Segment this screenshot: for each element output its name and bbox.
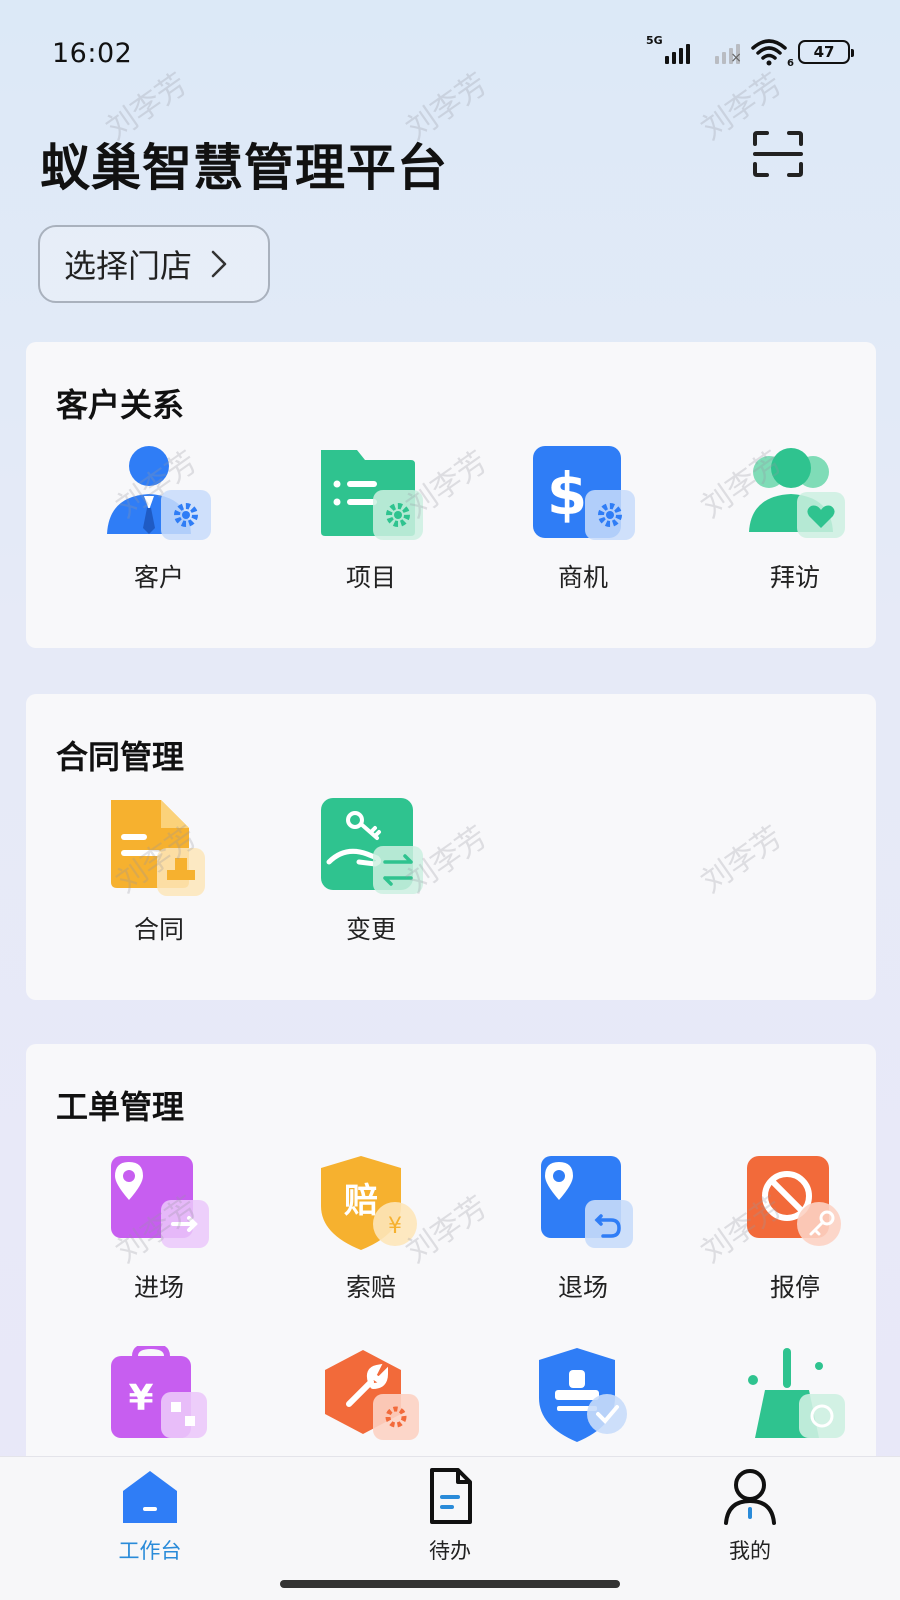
network-type-label: 5G [646, 34, 663, 47]
enter-site-icon [103, 1154, 215, 1262]
tile-customer[interactable]: 客户 [84, 444, 234, 594]
cellular-signal-2-icon: × [700, 38, 742, 66]
scan-button[interactable] [752, 130, 804, 178]
tile-label: 商机 [557, 563, 608, 592]
visit-people-icon [739, 444, 851, 552]
tile-payment[interactable]: ¥ [84, 1346, 234, 1454]
payment-clipboard-icon: ¥ [103, 1346, 215, 1454]
section-title-contract: 合同管理 [56, 738, 185, 776]
battery-icon: 47 [798, 40, 854, 64]
section-title-customer: 客户关系 [56, 386, 185, 424]
tab-label: 我的 [729, 1539, 771, 1563]
opportunity-dollar-icon: $ [527, 444, 639, 552]
tile-exit-site[interactable]: 退场 [508, 1154, 658, 1304]
bottom-tab-bar: 工作台 待办 我的 [0, 1456, 900, 1600]
status-time: 16:02 [52, 38, 133, 69]
section-title-workorder: 工单管理 [56, 1088, 185, 1126]
cellular-signal-icon: 5G [646, 34, 690, 66]
suspend-icon [739, 1154, 851, 1262]
tile-enter-site[interactable]: 进场 [84, 1154, 234, 1304]
tile-change[interactable]: 变更 [296, 796, 446, 946]
workbench-home-icon [123, 1471, 177, 1523]
approval-stamp-icon [527, 1346, 639, 1454]
claim-shield-icon: 赔 ¥ [315, 1154, 427, 1262]
contract-management-card: 合同管理 合同 变更 [26, 694, 876, 1000]
tab-label: 待办 [429, 1539, 471, 1563]
tile-cleaning[interactable] [720, 1346, 870, 1454]
status-icons: 5G × 6 47 [646, 34, 854, 69]
battery-level: 47 [813, 43, 835, 61]
svg-text:¥: ¥ [388, 1214, 402, 1239]
tile-label: 进场 [133, 1273, 184, 1302]
tile-label: 索赔 [345, 1273, 396, 1302]
wifi-badge: 6 [787, 58, 794, 69]
status-bar: 16:02 5G × 6 47 [0, 0, 900, 100]
work-order-card: 工单管理 进场 赔 ¥ 索赔 退场 报停 ¥ [26, 1044, 876, 1514]
tile-label: 拜访 [769, 563, 820, 592]
tile-label: 客户 [133, 563, 184, 592]
wifi-icon: 6 [750, 37, 794, 69]
chevron-right-icon [211, 250, 227, 278]
contract-doc-icon [103, 796, 215, 904]
tile-suspend[interactable]: 报停 [720, 1154, 870, 1304]
scan-icon [753, 131, 803, 177]
exit-site-icon [527, 1154, 639, 1262]
tab-label: 工作台 [118, 1539, 182, 1563]
tile-repair[interactable] [296, 1346, 446, 1454]
select-store-button[interactable]: 选择门店 [38, 225, 270, 303]
tab-todo[interactable]: 待办 [370, 1457, 530, 1577]
repair-wrench-icon [315, 1346, 427, 1454]
select-store-label: 选择门店 [64, 247, 193, 285]
cleaning-broom-icon [739, 1346, 851, 1454]
customer-relations-card: 客户关系 客户 项目 $ 商机 拜访 [26, 342, 876, 648]
project-folder-icon [315, 444, 427, 552]
tile-project[interactable]: 项目 [296, 444, 446, 594]
tile-contract[interactable]: 合同 [84, 796, 234, 946]
tile-label: 合同 [133, 915, 184, 944]
todo-doc-icon [430, 1468, 472, 1524]
svg-text:赔: 赔 [344, 1181, 378, 1221]
svg-text:$: $ [547, 460, 587, 528]
tile-label: 项目 [345, 563, 396, 592]
tile-label: 变更 [345, 915, 396, 944]
tile-claim[interactable]: 赔 ¥ 索赔 [296, 1154, 446, 1304]
tab-workbench[interactable]: 工作台 [70, 1457, 230, 1577]
tile-visit[interactable]: 拜访 [720, 444, 870, 594]
customer-icon [103, 444, 215, 552]
tile-approval[interactable] [508, 1346, 658, 1454]
tile-label: 退场 [557, 1273, 608, 1302]
svg-text:¥: ¥ [128, 1378, 153, 1419]
home-indicator[interactable] [280, 1580, 620, 1588]
tab-profile[interactable]: 我的 [670, 1457, 830, 1577]
tile-opportunity[interactable]: $ 商机 [508, 444, 658, 594]
profile-person-icon [724, 1469, 776, 1525]
change-key-icon [315, 796, 427, 904]
tile-label: 报停 [769, 1273, 820, 1302]
page-title: 蚁巢智慧管理平台 [40, 139, 448, 197]
